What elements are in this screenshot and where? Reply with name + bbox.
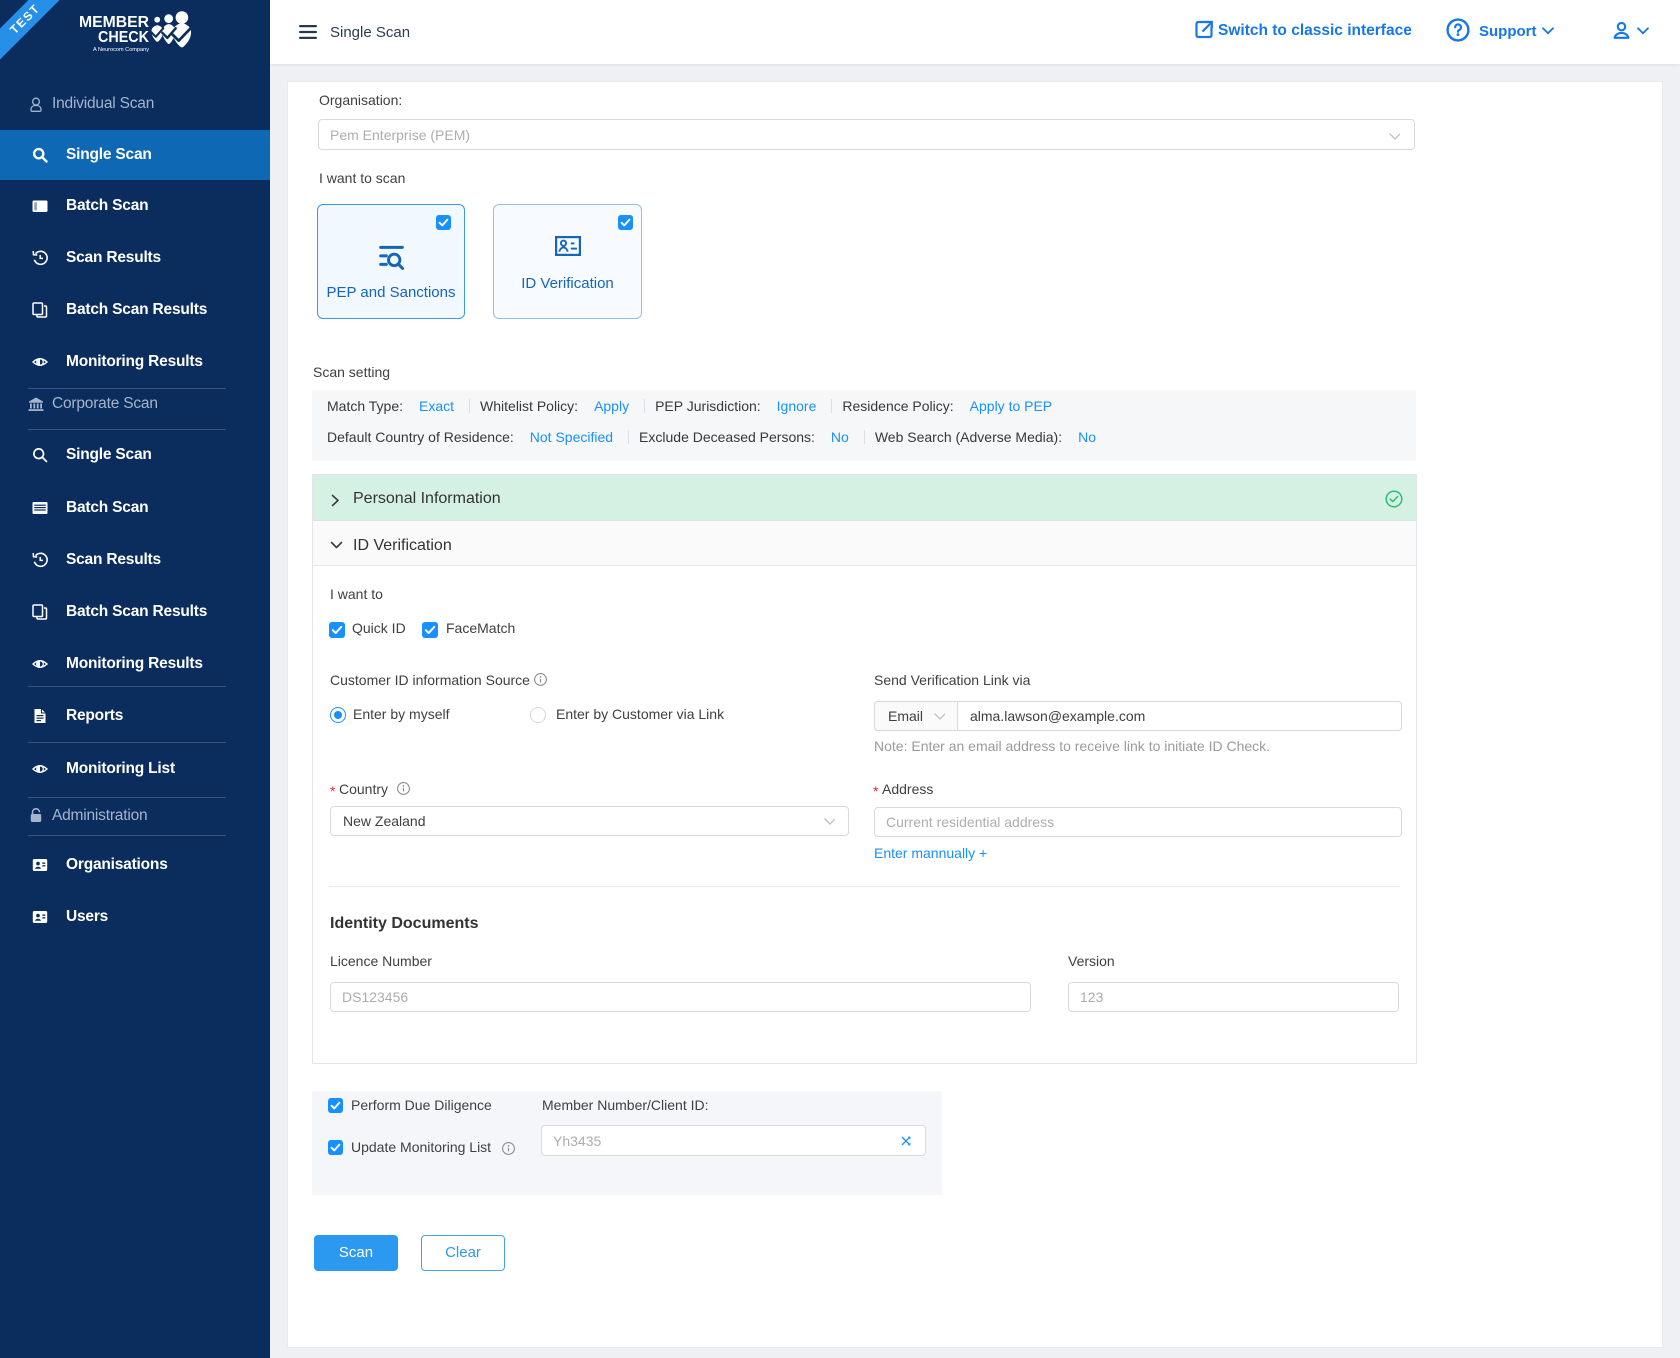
svg-text:CHECK: CHECK bbox=[98, 29, 149, 46]
svg-text:A Neurocom Company: A Neurocom Company bbox=[93, 47, 149, 53]
